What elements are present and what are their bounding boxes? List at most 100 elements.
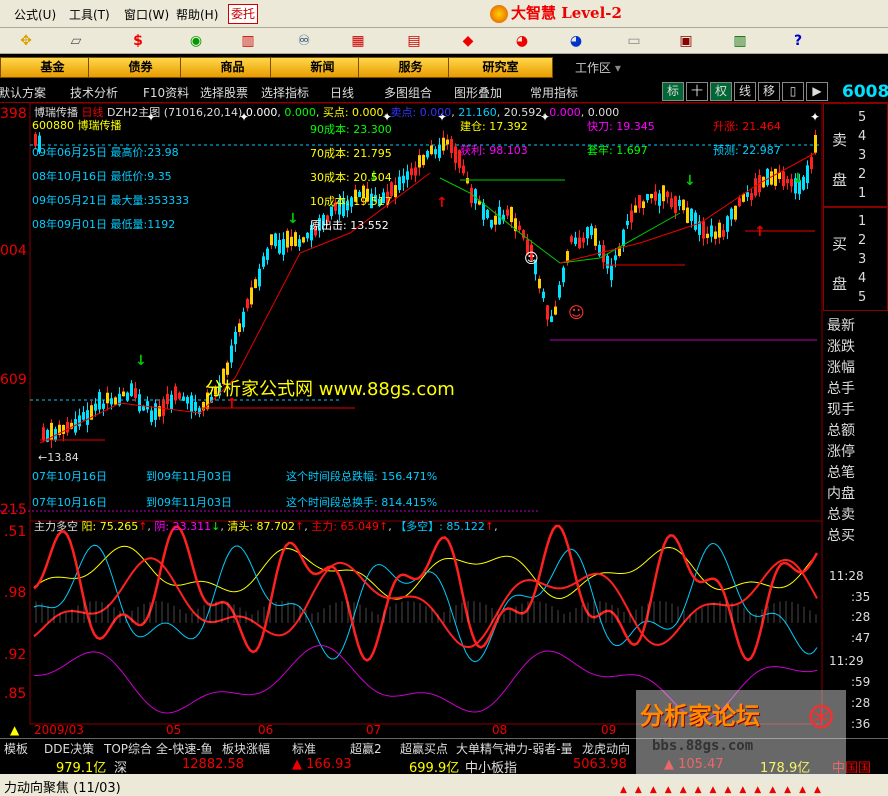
tab-dde[interactable]: DDE决策 bbox=[44, 740, 94, 757]
candle-body bbox=[770, 171, 773, 185]
candle-body bbox=[146, 401, 149, 410]
candle-body bbox=[542, 291, 545, 299]
func-tech-analysis[interactable]: 技术分析 bbox=[70, 84, 118, 101]
candle-body bbox=[694, 212, 697, 230]
up-arrow-icon: ▲ bbox=[649, 785, 657, 795]
tab-chaoying2[interactable]: 超赢2 bbox=[350, 740, 382, 757]
tab-sector[interactable]: 板块涨幅 bbox=[222, 740, 270, 757]
func-select-indicator[interactable]: 选择指标 bbox=[261, 84, 309, 101]
osc-zhuli: 主力: 65.049 bbox=[311, 520, 379, 533]
candle-body bbox=[766, 168, 769, 186]
globe-icon[interactable]: ◕ bbox=[508, 30, 536, 52]
tab-standard[interactable]: 标准 bbox=[292, 740, 316, 757]
func-f10[interactable]: F10资料 bbox=[143, 84, 189, 101]
nav-bond-button[interactable]: 债券 bbox=[88, 57, 193, 78]
candle-body bbox=[78, 415, 81, 427]
world-icon[interactable]: ◕ bbox=[562, 30, 590, 52]
btn-line[interactable]: 线 bbox=[734, 82, 756, 101]
func-select-stock[interactable]: 选择股票 bbox=[200, 84, 248, 101]
candle-body bbox=[750, 193, 753, 200]
ruler-icon[interactable]: ▱ bbox=[62, 30, 90, 52]
candle-body bbox=[122, 391, 125, 397]
work-area-label[interactable]: 工作区 ▾ bbox=[575, 59, 621, 76]
candle-body bbox=[190, 395, 193, 413]
menu-formula[interactable]: 公式(U) bbox=[14, 6, 56, 23]
candle-body bbox=[106, 392, 109, 404]
bottom-focus-text[interactable]: 力动向聚焦 (11/03) bbox=[4, 777, 121, 796]
header-v4: 卖点: 0.000 bbox=[390, 106, 452, 119]
candle-body bbox=[394, 185, 397, 198]
tab-big-order[interactable]: 大单精气神力-弱者-量 bbox=[456, 740, 573, 757]
candle-body bbox=[110, 398, 113, 405]
func-common-indicators[interactable]: 常用指标 bbox=[530, 84, 578, 101]
x-axis-arrow-icon[interactable]: ▲ bbox=[10, 723, 19, 737]
candle-body bbox=[290, 236, 293, 246]
tab-buy-point[interactable]: 超赢买点 bbox=[400, 740, 448, 757]
dollar-icon[interactable]: $ bbox=[124, 30, 152, 52]
sell-levels: 5 4 3 2 1 bbox=[858, 108, 866, 203]
candle-body bbox=[678, 199, 681, 207]
books-icon[interactable]: ▥ bbox=[726, 30, 754, 52]
osc-yin: 阴: 23.311 bbox=[154, 520, 212, 533]
bars-icon[interactable]: ▥ bbox=[234, 30, 262, 52]
status-change-1-value: 166.93 bbox=[306, 757, 352, 772]
tab-top[interactable]: TOP综合 bbox=[104, 740, 152, 757]
osc-y-label-1: .51 bbox=[4, 524, 27, 540]
window-icon[interactable]: ▣ bbox=[672, 30, 700, 52]
chart-icon[interactable]: ◉ bbox=[182, 30, 210, 52]
nav-research-button[interactable]: 研究室 bbox=[448, 57, 553, 78]
info-high: 09年06月25日 最高价:23.98 bbox=[32, 146, 179, 159]
candle-body bbox=[622, 229, 625, 247]
candle-body bbox=[570, 236, 573, 243]
move-icon[interactable]: ✥ bbox=[12, 30, 40, 52]
document-icon[interactable]: ▭ bbox=[620, 30, 648, 52]
btn-rights[interactable]: 权 bbox=[710, 82, 732, 101]
diamond-icon[interactable]: ◆ bbox=[454, 30, 482, 52]
quote-field: 涨幅 bbox=[827, 360, 855, 376]
func-default-scheme[interactable]: 默认方案 bbox=[0, 84, 46, 101]
right-panel: 卖盘 5 4 3 2 1 买盘 1 2 3 4 5 最新 涨跌 涨幅 总手 现手 总额 涨停… bbox=[823, 103, 888, 731]
btn-mark[interactable]: 标 bbox=[662, 82, 684, 101]
candle-body bbox=[278, 239, 281, 254]
x-label-5: 08 bbox=[492, 723, 508, 737]
func-multi-chart[interactable]: 多图组合 bbox=[384, 84, 432, 101]
candle-body bbox=[178, 392, 181, 399]
candle-body bbox=[258, 268, 261, 287]
menu-help[interactable]: 帮助(H) bbox=[176, 6, 218, 23]
weituo-button[interactable]: 委托 bbox=[228, 4, 258, 24]
candle-body bbox=[66, 421, 69, 433]
tab-dragon[interactable]: 龙虎动向 bbox=[582, 740, 630, 757]
func-daily[interactable]: 日线 bbox=[330, 84, 354, 101]
x-label-2: 05 bbox=[166, 723, 182, 737]
menu-window[interactable]: 窗口(W) bbox=[124, 6, 169, 23]
candle-body bbox=[602, 245, 605, 263]
candle-body bbox=[810, 157, 813, 170]
up-arrow-icon: ▲ bbox=[784, 785, 792, 795]
header-v1: 0.000 bbox=[245, 106, 278, 119]
candle-body bbox=[806, 165, 809, 184]
btn-page[interactable]: ▯ bbox=[782, 82, 804, 101]
buy-level: 4 bbox=[858, 271, 867, 286]
watermark-mid: 分析家公式网 www.88gs.com bbox=[205, 379, 455, 400]
tab-quick-fish[interactable]: 全-快速-鱼 bbox=[156, 740, 213, 757]
menu-tools[interactable]: 工具(T) bbox=[69, 6, 110, 23]
y-label-3: 609 bbox=[0, 372, 27, 388]
candle-body bbox=[582, 237, 585, 243]
binoculars-icon[interactable]: ♾ bbox=[290, 30, 318, 52]
candle-body bbox=[506, 209, 509, 216]
annot-shengzhang: 升涨: 21.464 bbox=[713, 120, 781, 133]
buy-book[interactable]: 买盘 1 2 3 4 5 bbox=[823, 207, 888, 311]
volume-icon[interactable]: ▤ bbox=[400, 30, 428, 52]
candle-body bbox=[786, 179, 789, 184]
btn-move[interactable]: 移 bbox=[758, 82, 780, 101]
btn-panel-toggle[interactable]: ▶ bbox=[806, 82, 828, 101]
buy-level: 5 bbox=[858, 290, 867, 305]
up-arrow-icon: ▲ bbox=[694, 785, 702, 795]
chart-bar-icon[interactable]: ▦ bbox=[344, 30, 372, 52]
btn-crosshair[interactable]: 十 bbox=[686, 82, 708, 101]
tab-template[interactable]: 模板 bbox=[4, 740, 28, 757]
help-icon[interactable]: ? bbox=[784, 30, 812, 52]
smiley-icon: ☺ bbox=[524, 251, 539, 267]
sell-book[interactable]: 卖盘 5 4 3 2 1 bbox=[823, 103, 888, 207]
func-overlay[interactable]: 图形叠加 bbox=[454, 84, 502, 101]
